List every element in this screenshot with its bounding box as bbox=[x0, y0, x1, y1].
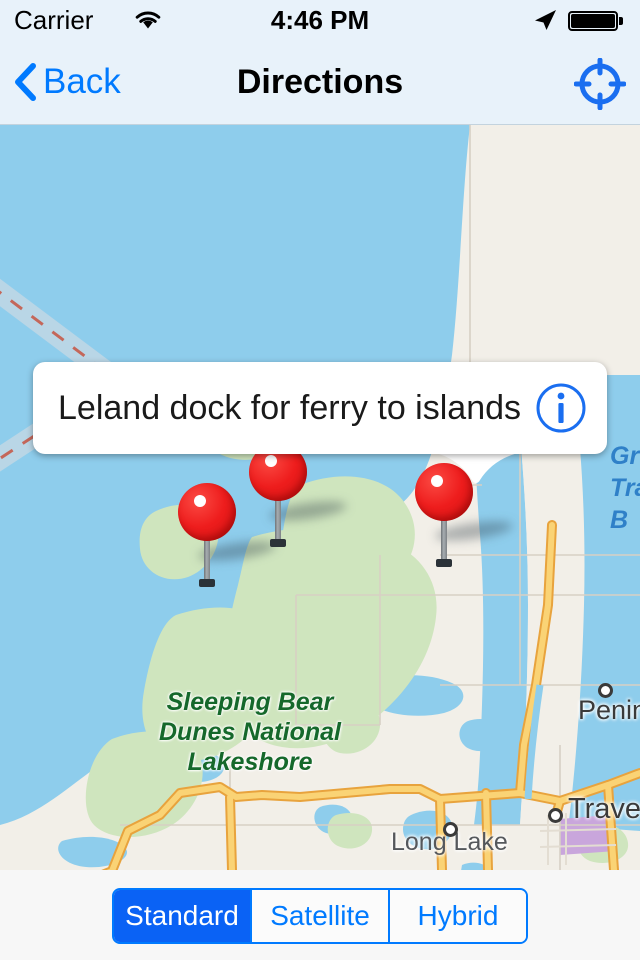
callout-bubble[interactable]: Leland dock for ferry to islands bbox=[33, 362, 607, 454]
segment-satellite[interactable]: Satellite bbox=[252, 890, 390, 942]
location-arrow-icon bbox=[535, 10, 556, 30]
poi-dot-long-lake bbox=[443, 822, 458, 837]
navigation-bar: Back Directions bbox=[0, 40, 640, 125]
poi-dot-peninsula bbox=[598, 683, 613, 698]
crosshair-locate-icon[interactable] bbox=[574, 58, 626, 110]
pin-foot bbox=[436, 559, 452, 567]
battery-full-icon bbox=[568, 11, 626, 31]
map-pin[interactable] bbox=[178, 483, 277, 593]
info-circle-icon[interactable] bbox=[535, 382, 587, 434]
map-pin[interactable] bbox=[249, 443, 348, 553]
segment-hybrid[interactable]: Hybrid bbox=[390, 890, 526, 942]
status-bar: Carrier 4:46 PM bbox=[0, 0, 640, 40]
map-canvas[interactable]: Sleeping Bear Dunes National Lakeshore G… bbox=[0, 125, 640, 870]
page-title: Directions bbox=[236, 63, 404, 101]
pin-highlight-dot bbox=[265, 455, 277, 467]
map-callout: Leland dock for ferry to islands bbox=[33, 362, 607, 483]
segment-standard[interactable]: Standard bbox=[114, 890, 252, 942]
callout-tail bbox=[412, 450, 542, 483]
pin-head bbox=[178, 483, 236, 541]
maps-screen: Carrier 4:46 PM Back Directions Sleeping… bbox=[0, 0, 640, 960]
battery-fill bbox=[571, 14, 615, 28]
pin-foot bbox=[270, 539, 286, 547]
bottom-toolbar: Standard Satellite Hybrid bbox=[0, 870, 640, 960]
map-type-segmented-control[interactable]: Standard Satellite Hybrid bbox=[112, 888, 528, 944]
poi-dot-traverse-city bbox=[548, 808, 563, 823]
inland-lake-small-5 bbox=[459, 718, 501, 752]
map-tiles bbox=[0, 125, 640, 870]
battery-cap bbox=[619, 17, 623, 25]
pin-foot bbox=[199, 579, 215, 587]
pin-highlight-dot bbox=[194, 495, 206, 507]
callout-title: Leland dock for ferry to islands bbox=[58, 389, 522, 427]
